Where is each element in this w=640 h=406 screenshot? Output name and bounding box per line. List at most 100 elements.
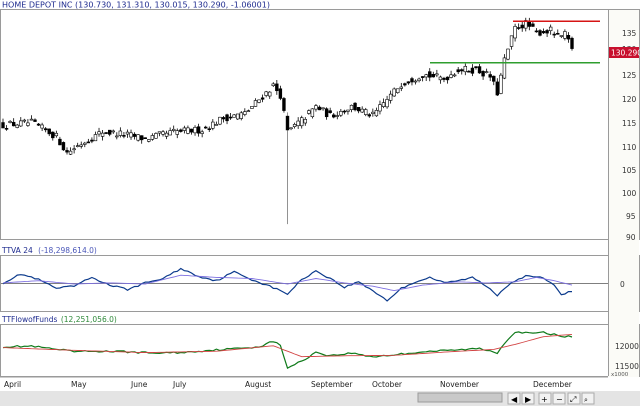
candle-body: [314, 105, 318, 110]
last-price-value: 130.290: [611, 49, 640, 58]
candle-body: [292, 124, 297, 128]
candle-body: [452, 74, 457, 77]
candle-body: [54, 132, 59, 137]
ttva-panel-title: TTVA 24 (-18,298,614.0): [1, 246, 97, 255]
zoom-button[interactable]: ⌕: [581, 392, 595, 405]
candle-body: [328, 110, 332, 113]
candle-body: [164, 132, 169, 137]
candle-body: [19, 120, 23, 127]
x-tick-label: October: [372, 380, 403, 389]
candle-body: [488, 74, 492, 78]
candle-body: [100, 132, 105, 137]
candle-body: [104, 132, 108, 134]
price-tick-label: 105: [622, 166, 637, 175]
candle-body: [93, 134, 98, 142]
fit-view-button[interactable]: ⤢: [567, 392, 581, 405]
candle-body: [189, 128, 194, 133]
candle-body: [513, 26, 517, 39]
candle-body: [303, 119, 307, 124]
ttva-tick-label: 0: [620, 280, 625, 289]
candle-body: [246, 110, 251, 112]
arrow-left-icon: ◀: [511, 395, 518, 404]
candle-body: [43, 128, 48, 131]
flow-panel-title: TTFlowofFunds (12,251,056.0): [1, 315, 117, 324]
candle-body: [264, 91, 268, 96]
candle-body: [463, 65, 468, 73]
candle-body: [186, 127, 190, 134]
candle-body: [516, 27, 521, 29]
candle-body: [268, 91, 272, 97]
x-tick-label: December: [533, 380, 573, 389]
candle-body: [232, 114, 236, 118]
candle-body: [8, 121, 12, 123]
candle-body: [250, 106, 254, 109]
candle-body: [122, 135, 126, 137]
x-tick-label: April: [4, 380, 21, 389]
candle-body: [520, 24, 524, 29]
candle-body: [310, 108, 315, 118]
candle-body: [307, 110, 311, 114]
candle-body: [143, 137, 147, 139]
candle-body: [225, 114, 229, 122]
candle-body: [552, 33, 556, 36]
candle-body: [221, 117, 226, 120]
candle-body: [474, 66, 478, 69]
candle-body: [260, 97, 265, 100]
candle-body: [506, 48, 510, 60]
candle-body: [541, 31, 546, 34]
candle-body: [548, 26, 553, 32]
candle-body: [324, 108, 329, 118]
candle-body: [296, 120, 300, 127]
scroll-right-button[interactable]: ▶: [521, 392, 535, 405]
time-scrollbar[interactable]: ◀ ▶ + − ⤢ ⌕: [0, 391, 640, 406]
candle-body: [61, 142, 66, 151]
x-tick-label: June: [130, 380, 148, 389]
candle-body: [559, 35, 564, 37]
price-panel-title: HOME DEPOT INC (130.730, 131.310, 130.01…: [2, 1, 270, 10]
candle-body: [538, 30, 542, 36]
candle-body: [111, 130, 115, 133]
candle-body: [147, 139, 151, 142]
zoom-out-button[interactable]: −: [552, 392, 566, 405]
candle-body: [179, 129, 183, 132]
candle-body: [211, 121, 215, 129]
candle-body: [374, 110, 379, 117]
candle-body: [285, 115, 290, 131]
candle-body: [68, 150, 73, 155]
candle-body: [449, 74, 453, 78]
candle-body: [556, 33, 560, 35]
price-panel-frame: [0, 9, 640, 240]
price-tick-label: 135: [622, 29, 637, 38]
candle-body: [364, 109, 368, 115]
candle-body: [378, 104, 382, 112]
candle-body: [86, 141, 91, 144]
candle-body: [11, 121, 16, 127]
candle-body: [204, 126, 208, 129]
candle-body: [243, 111, 247, 115]
candle-body: [492, 75, 496, 82]
candle-body: [349, 104, 354, 110]
scrollbar-thumb[interactable]: [417, 392, 503, 403]
candle-body: [125, 131, 130, 135]
candle-body: [442, 77, 446, 80]
ttva-title-name: TTVA 24: [1, 246, 33, 255]
x-tick-label: May: [71, 380, 87, 389]
candle-body: [175, 130, 179, 135]
candle-body: [36, 123, 41, 126]
candle-body: [257, 99, 261, 103]
scroll-left-button[interactable]: ◀: [507, 392, 521, 405]
x-axis: April May June July August September Oct…: [0, 376, 608, 389]
last-price-badge: 130.290: [609, 47, 640, 58]
candle-body: [435, 73, 439, 76]
candle-body: [136, 134, 140, 141]
zoom-in-button[interactable]: +: [538, 392, 552, 405]
candle-body: [499, 74, 503, 94]
candle-body: [107, 129, 112, 135]
candle-body: [484, 71, 489, 73]
candle-body: [495, 81, 500, 96]
candle-body: [431, 73, 436, 78]
candle-body: [253, 100, 258, 107]
zoom-in-icon: +: [541, 395, 548, 404]
candle-body: [47, 128, 51, 135]
price-tick-label: 95: [626, 212, 636, 221]
